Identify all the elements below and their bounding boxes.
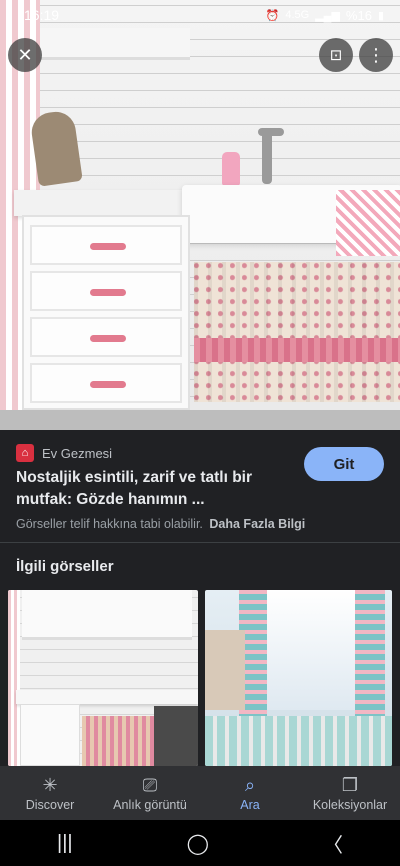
source-logo-icon: ⌂ [16, 444, 34, 462]
more-info-link[interactable]: Daha Fazla Bilgi [209, 517, 305, 531]
alarm-icon: ⏰ [265, 9, 280, 22]
copyright-notice: Görseller telif hakkına tabi olabilir. D… [16, 517, 305, 531]
nav-label: Anlık görüntü [113, 797, 187, 812]
divider [0, 542, 400, 543]
drawer-handle [90, 289, 126, 296]
drawer-handle [90, 335, 126, 342]
nav-label: Koleksiyonlar [312, 797, 388, 812]
nav-collections[interactable]: ❐ Koleksiyonlar [300, 766, 400, 820]
snapshot-icon: ⎚ [142, 774, 158, 795]
floor [0, 410, 400, 430]
floral-curtain [194, 262, 400, 402]
related-image-1[interactable] [8, 590, 198, 766]
drawer-handle [90, 381, 126, 388]
source-name: Ev Gezmesi [42, 445, 113, 461]
home-icon[interactable]: ◯ [187, 831, 209, 856]
drawer [30, 317, 182, 357]
status-bar: 16:19 ⏰ 4.5G ▂▄▆ %16 ▮ [0, 0, 400, 30]
pink-towel [336, 190, 400, 256]
soap-bottle [222, 152, 240, 186]
drawer-handle [90, 243, 126, 250]
nav-search[interactable]: ⌕ Ara [200, 766, 300, 820]
upper-cabinet [40, 28, 190, 60]
collections-icon: ❐ [341, 774, 359, 795]
recent-apps-icon[interactable]: ||| [57, 832, 73, 855]
curtain-ruffle [194, 338, 400, 362]
faucet [262, 128, 272, 184]
nav-label: Discover [25, 797, 75, 812]
lens-icon[interactable]: ⊡ [319, 38, 353, 72]
nav-discover[interactable]: ✳ Discover [0, 766, 100, 820]
battery-level: %16 [345, 7, 372, 23]
drawer-cabinet [22, 215, 190, 410]
drawer [30, 225, 182, 265]
search-icon: ⌕ [244, 774, 256, 795]
network-type: 4.5G [285, 9, 310, 21]
signal-icon: ▂▄▆ [315, 9, 340, 22]
close-icon[interactable]: ✕ [8, 38, 42, 72]
asterisk-icon: ✳ [42, 774, 58, 795]
source-row[interactable]: ⌂ Ev Gezmesi [16, 444, 112, 462]
result-title[interactable]: Nostaljik esintili, zarif ve tatlı bir m… [16, 467, 286, 511]
back-icon[interactable]: 〈 [323, 829, 343, 858]
more-vert-icon[interactable]: ⋮ [359, 38, 393, 72]
battery-icon: ▮ [377, 9, 384, 22]
go-button[interactable]: Git [304, 447, 384, 481]
system-navigation: ||| ◯ 〈 [0, 820, 400, 866]
clock: 16:19 [24, 7, 60, 23]
drawer [30, 363, 182, 403]
nav-snapshot[interactable]: ⎚ Anlık görüntü [100, 766, 200, 820]
bottom-navigation: ✳ Discover ⎚ Anlık görüntü ⌕ Ara ❐ Kolek… [0, 766, 400, 820]
drawer [30, 271, 182, 311]
copyright-text: Görseller telif hakkına tabi olabilir. [16, 517, 203, 531]
status-icons: ⏰ 4.5G ▂▄▆ %16 ▮ [266, 8, 384, 23]
result-info: ⌂ Ev Gezmesi Nostaljik esintili, zarif v… [0, 430, 400, 542]
related-image-2[interactable] [205, 590, 392, 766]
related-heading: İlgili görseller [16, 558, 114, 575]
nav-label: Ara [240, 797, 260, 812]
